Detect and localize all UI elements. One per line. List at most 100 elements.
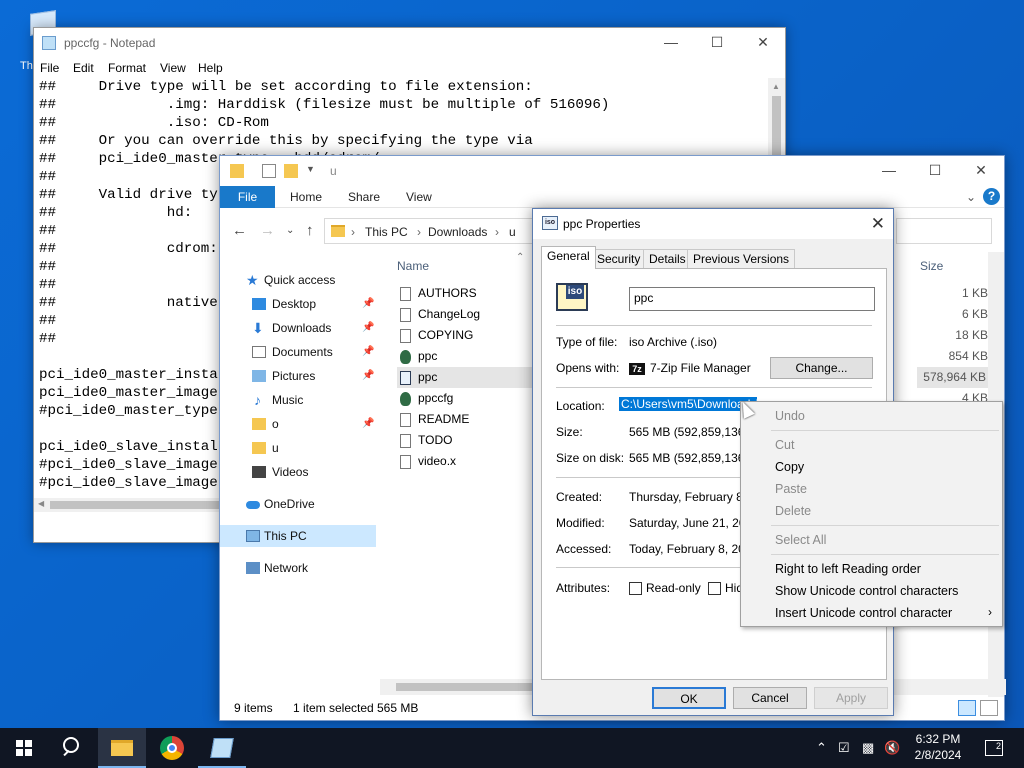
menu-item-rtl-reading-order[interactable]: Right to left Reading order — [775, 559, 921, 579]
recent-locations-icon[interactable]: ⌄ — [286, 225, 294, 236]
created-value: Thursday, February 8, 2 — [629, 490, 757, 504]
menu-format[interactable]: Format — [108, 61, 146, 75]
menu-item-undo[interactable]: Undo — [775, 406, 805, 426]
menu-item-paste[interactable]: Paste — [775, 479, 807, 499]
menu-edit[interactable]: Edit — [73, 61, 94, 75]
ribbon-home-tab[interactable]: Home — [290, 190, 322, 204]
maximize-button[interactable]: ☐ — [694, 28, 740, 58]
nav-quick-access[interactable]: ★ Quick access — [220, 269, 380, 291]
file-row[interactable]: ppccfg — [397, 388, 532, 409]
attributes-label: Attributes: — [556, 581, 611, 595]
menu-item-delete[interactable]: Delete — [775, 501, 811, 521]
close-button[interactable]: ✕ — [958, 156, 1004, 186]
nav-this-pc[interactable]: This PC — [220, 525, 376, 547]
column-header-name[interactable]: Name — [397, 259, 429, 273]
menu-separator — [771, 430, 999, 431]
tab-previous-versions[interactable]: Previous Versions — [687, 249, 796, 269]
file-row[interactable]: README — [397, 409, 532, 430]
menu-item-copy[interactable]: Copy — [775, 457, 804, 477]
nav-onedrive[interactable]: OneDrive — [220, 493, 380, 515]
chevron-down-icon[interactable]: ⌄ — [966, 190, 976, 204]
menu-item-insert-unicode[interactable]: Insert Unicode control character — [775, 603, 952, 623]
breadcrumb-downloads[interactable]: Downloads — [428, 225, 487, 239]
show-hidden-icons-chevron-icon[interactable]: ⌃ — [816, 740, 827, 756]
volume-muted-icon[interactable]: 🔇 — [884, 740, 900, 756]
large-icons-view-button[interactable] — [980, 700, 998, 716]
ribbon-share-tab[interactable]: Share — [348, 190, 380, 204]
file-row[interactable]: ppc — [397, 346, 532, 367]
file-row[interactable]: TODO — [397, 430, 532, 451]
disk-image-icon — [400, 350, 411, 364]
notifications-icon[interactable]: 2 — [985, 740, 1003, 756]
opens-with-value: 7-Zip File Manager — [650, 361, 751, 375]
readonly-checkbox[interactable]: Read-only — [629, 581, 701, 596]
file-explorer-taskbar-button[interactable] — [98, 728, 146, 768]
search-input[interactable] — [896, 218, 992, 244]
file-name-input[interactable]: ppc — [629, 287, 875, 311]
close-icon[interactable]: ✕ — [871, 214, 885, 234]
up-icon[interactable]: ↑ — [306, 222, 314, 239]
tab-general[interactable]: General — [541, 246, 596, 269]
created-label: Created: — [556, 490, 603, 504]
properties-icon[interactable] — [262, 164, 276, 178]
start-button[interactable] — [0, 728, 48, 768]
column-header-size[interactable]: Size — [920, 259, 943, 273]
file-size: 854 KB — [948, 349, 988, 363]
chrome-taskbar-button[interactable] — [148, 728, 196, 768]
menu-item-select-all[interactable]: Select All — [775, 530, 826, 550]
nav-videos[interactable]: Videos — [220, 461, 380, 483]
security-icon[interactable]: ☑ — [838, 740, 850, 756]
ribbon-view-tab[interactable]: View — [406, 190, 432, 204]
nav-desktop[interactable]: Desktop 📌 — [220, 293, 380, 315]
customize-icon[interactable]: ▼ — [306, 164, 320, 178]
ok-button[interactable]: OK — [652, 687, 726, 709]
nav-documents[interactable]: Documents 📌 — [220, 341, 380, 363]
file-row[interactable]: ppc — [397, 367, 534, 388]
clock[interactable]: 6:32 PM 2/8/2024 — [906, 731, 970, 763]
file-row[interactable]: ChangeLog — [397, 304, 532, 325]
menu-help[interactable]: Help — [198, 61, 223, 75]
nav-folder-u[interactable]: u — [220, 437, 380, 459]
breadcrumb-this-pc[interactable]: This PC — [365, 225, 408, 239]
new-folder-icon[interactable] — [284, 164, 298, 178]
properties-titlebar[interactable]: iso ppc Properties ✕ — [533, 209, 893, 239]
notepad-taskbar-button[interactable] — [198, 728, 246, 768]
menu-item-cut[interactable]: Cut — [775, 435, 794, 455]
explorer-titlebar[interactable]: ▼ u — ☐ ✕ — [220, 156, 1004, 186]
nav-folder-o[interactable]: o 📌 — [220, 413, 380, 435]
forward-icon[interactable]: → — [260, 222, 275, 239]
nav-downloads[interactable]: ⬇ Downloads 📌 — [220, 317, 380, 339]
nav-network[interactable]: Network — [220, 557, 380, 579]
file-row[interactable]: video.x — [397, 451, 532, 472]
network-icon[interactable]: ▩ — [862, 740, 874, 756]
back-icon[interactable]: ← — [232, 222, 247, 239]
videos-icon — [252, 466, 266, 478]
hidden-checkbox[interactable]: Hid — [708, 581, 743, 596]
pin-icon: 📌 — [362, 322, 375, 333]
change-button[interactable]: Change... — [770, 357, 873, 379]
nav-music[interactable]: ♪ Music — [220, 389, 380, 411]
ribbon-file-tab[interactable]: File — [220, 186, 275, 208]
minimize-button[interactable]: — — [866, 156, 912, 186]
file-row[interactable]: COPYING — [397, 325, 532, 346]
details-view-button[interactable] — [958, 700, 976, 716]
cancel-button[interactable]: Cancel — [733, 687, 807, 709]
file-row[interactable]: AUTHORS — [397, 283, 532, 304]
notepad-titlebar[interactable]: ppccfg - Notepad — ☐ ✕ — [34, 28, 785, 58]
apply-button[interactable]: Apply — [814, 687, 888, 709]
menu-item-show-unicode[interactable]: Show Unicode control characters — [775, 581, 958, 601]
menu-view[interactable]: View — [160, 61, 186, 75]
search-button[interactable] — [48, 728, 96, 768]
minimize-button[interactable]: — — [648, 28, 694, 58]
help-icon[interactable]: ? — [983, 188, 1000, 205]
type-label: Type of file: — [556, 335, 618, 349]
breadcrumb-u[interactable]: u — [509, 225, 516, 239]
menu-file[interactable]: File — [40, 61, 59, 75]
tab-details[interactable]: Details — [643, 249, 692, 269]
nav-pictures[interactable]: Pictures 📌 — [220, 365, 380, 387]
address-bar[interactable]: › This PC › Downloads › u — [324, 218, 534, 244]
close-button[interactable]: ✕ — [740, 28, 786, 58]
maximize-button[interactable]: ☐ — [912, 156, 958, 186]
tab-security[interactable]: Security — [591, 249, 647, 269]
pin-icon: 📌 — [362, 298, 375, 309]
